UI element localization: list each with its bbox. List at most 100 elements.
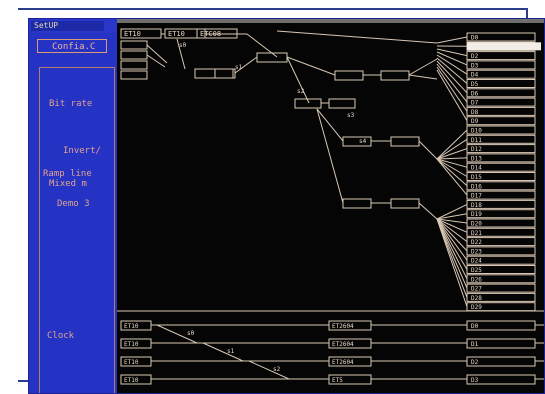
signal-wire: [316, 108, 344, 142]
output-label: D19: [471, 211, 482, 218]
output-label: D18: [471, 202, 482, 209]
signal-wire: [276, 30, 438, 44]
output-label: D27: [471, 286, 482, 293]
output-label: D14: [471, 165, 482, 172]
output-label: D10: [471, 128, 482, 135]
output-label: D8: [471, 109, 479, 116]
logic-block: [390, 198, 420, 209]
fanout-wire: [436, 63, 468, 103]
wire-label: s0: [179, 42, 187, 49]
header-block-label: ET10: [124, 30, 141, 38]
clock-diagonal: [202, 342, 244, 362]
output-label: D15: [471, 174, 482, 181]
output-label: D24: [471, 258, 482, 265]
clock-block-label: ET10: [124, 323, 139, 330]
clock-wire-label: s0: [187, 330, 195, 337]
bit-rate-label: Bit rate: [49, 99, 93, 109]
settings-box: [39, 67, 115, 393]
signal-wire: [418, 202, 438, 220]
output-label: D9: [471, 118, 479, 125]
signal-wire: [146, 44, 168, 64]
logic-block: [214, 68, 234, 79]
output-label: D0: [471, 35, 479, 42]
output-label: D3: [471, 62, 479, 69]
logic-block: [342, 136, 372, 147]
settings-panel: Confia.C Bit rate Invert/ Ramp line Mixe…: [29, 33, 117, 393]
signal-wire: [418, 140, 438, 160]
output-label: D16: [471, 183, 482, 190]
output-label: D7: [471, 100, 479, 107]
clock-block-label: D1: [471, 341, 479, 348]
input-block: [120, 50, 148, 60]
logic-block: [342, 198, 372, 209]
logic-block: [256, 52, 288, 63]
output-label: D22: [471, 239, 482, 246]
signal-diagram: ET10ET10ETC08D0D1D2D3D4D5D6D7D8D9D10D11D…: [117, 19, 544, 393]
output-label: D28: [471, 295, 482, 302]
output-label: D25: [471, 267, 482, 274]
frame-top-line: [18, 8, 526, 10]
output-label: D2: [471, 53, 479, 60]
logic-block: [334, 70, 364, 81]
clock-wire-label: s2: [273, 366, 281, 373]
window-title: SetUP: [31, 21, 104, 31]
clock-block-label: ET10: [124, 359, 139, 366]
input-block: [120, 70, 148, 80]
input-block: [120, 40, 148, 50]
diagram-canvas: ET10ET10ETC08D0D1D2D3D4D5D6D7D8D9D10D11D…: [117, 19, 544, 385]
output-label: D21: [471, 230, 482, 237]
signal-wire: [316, 108, 344, 204]
logic-block: [328, 98, 356, 109]
clock-label: Clock: [47, 331, 75, 341]
clock-block-label: D0: [471, 323, 479, 330]
clock-block-label: ET10: [124, 341, 139, 348]
fanout-wire: [436, 158, 468, 177]
output-label: D17: [471, 193, 482, 200]
wire-label: s4: [359, 138, 367, 145]
clock-block-label: D3: [471, 377, 479, 384]
fanout-wire: [436, 36, 468, 44]
fanout-wire: [436, 129, 468, 160]
signal-wire: [408, 58, 438, 76]
output-label: D29: [471, 304, 482, 311]
signal-wire: [146, 54, 166, 68]
fanout-wire: [436, 148, 468, 160]
clock-wire-label: s1: [227, 348, 235, 355]
invert-label: Invert/: [63, 146, 101, 156]
wire-label: s2: [297, 88, 305, 95]
clock-block-label: ET10: [124, 377, 139, 384]
fanout-wire: [436, 218, 468, 252]
input-block: [120, 60, 148, 70]
output-label: D4: [471, 72, 479, 79]
clock-block-label: ET2604: [332, 359, 354, 366]
clock-block-label: ET5: [332, 377, 343, 384]
clock-block-label: ET2604: [332, 323, 354, 330]
logic-block: [380, 70, 410, 81]
clock-block-label: D2: [471, 359, 479, 366]
fanout-wire: [436, 158, 468, 196]
wire-label: s1: [235, 64, 243, 71]
config-button[interactable]: Confia.C: [37, 39, 107, 53]
demo-label: Demo 3: [57, 199, 90, 209]
setup-screen: SetUP Confia.C Bit rate Invert/ Ramp lin…: [28, 18, 545, 394]
clock-diagonal: [248, 360, 290, 380]
fanout-wire: [436, 218, 468, 280]
output-label: D11: [471, 137, 482, 144]
fanout-wire: [436, 138, 468, 160]
top-bar: [117, 19, 544, 23]
fanout-wire: [436, 66, 468, 112]
output-label: D20: [471, 221, 482, 228]
ramp-line-label: Ramp line: [43, 169, 92, 179]
fanout-wire: [436, 157, 468, 160]
output-label: D5: [471, 81, 479, 88]
output-label: D26: [471, 276, 482, 283]
clock-block-label: ET2604: [332, 341, 354, 348]
header-block-label: ET10: [168, 30, 185, 38]
signal-wire: [408, 74, 438, 80]
signal-wire: [246, 33, 278, 58]
output-label: D6: [471, 90, 479, 97]
mixed-label: Mixed m: [49, 179, 87, 189]
output-label: D13: [471, 155, 482, 162]
selected-output: [467, 42, 541, 51]
output-label: D12: [471, 146, 482, 153]
